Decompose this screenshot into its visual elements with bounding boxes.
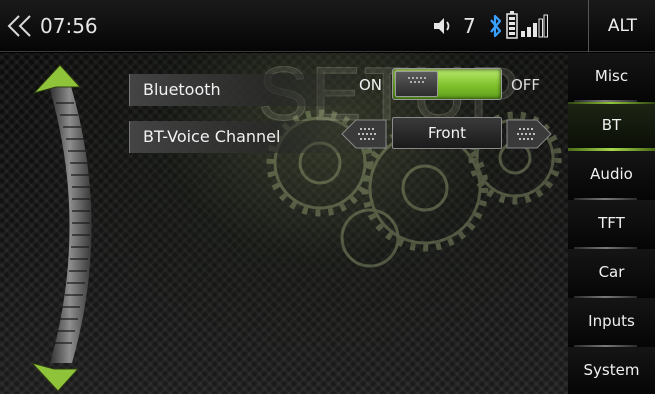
settings-controls: ON OFF BT-Voice Channel Front xyxy=(0,53,568,394)
tab-bt[interactable]: BT xyxy=(568,102,655,151)
bt-voice-channel-label: BT-Voice Channel xyxy=(129,121,369,153)
back-button[interactable] xyxy=(6,13,34,39)
bluetooth-off-label[interactable]: OFF xyxy=(511,76,540,94)
tab-tft[interactable]: TFT xyxy=(568,200,655,249)
grip-icon xyxy=(407,77,426,83)
tab-inputs[interactable]: Inputs xyxy=(568,298,655,347)
double-chevron-left-icon xyxy=(7,15,31,37)
tab-audio[interactable]: Audio xyxy=(568,151,655,200)
volume-level: 7 xyxy=(463,14,476,38)
speaker-icon[interactable] xyxy=(432,16,454,36)
alt-button[interactable]: ALT xyxy=(590,0,655,52)
bluetooth-toggle[interactable] xyxy=(392,68,502,100)
tab-car[interactable]: Car xyxy=(568,249,655,298)
signal-bars-icon xyxy=(521,14,548,38)
clock: 07:56 xyxy=(40,14,98,38)
bt-voice-channel-value[interactable]: Front xyxy=(392,117,502,149)
status-bar: 07:56 7 ALT xyxy=(0,0,655,52)
bluetooth-on-label[interactable]: ON xyxy=(359,76,382,94)
channel-prev-button[interactable] xyxy=(340,119,388,149)
status-divider xyxy=(588,0,589,52)
tab-system[interactable]: System xyxy=(568,347,655,394)
toggle-knob[interactable] xyxy=(395,71,438,97)
bluetooth-icon xyxy=(490,14,502,38)
battery-icon xyxy=(506,11,518,39)
channel-next-button[interactable] xyxy=(505,119,553,149)
category-tabs: Misc BT Audio TFT Car Inputs System xyxy=(568,53,655,394)
tab-misc[interactable]: Misc xyxy=(568,53,655,102)
